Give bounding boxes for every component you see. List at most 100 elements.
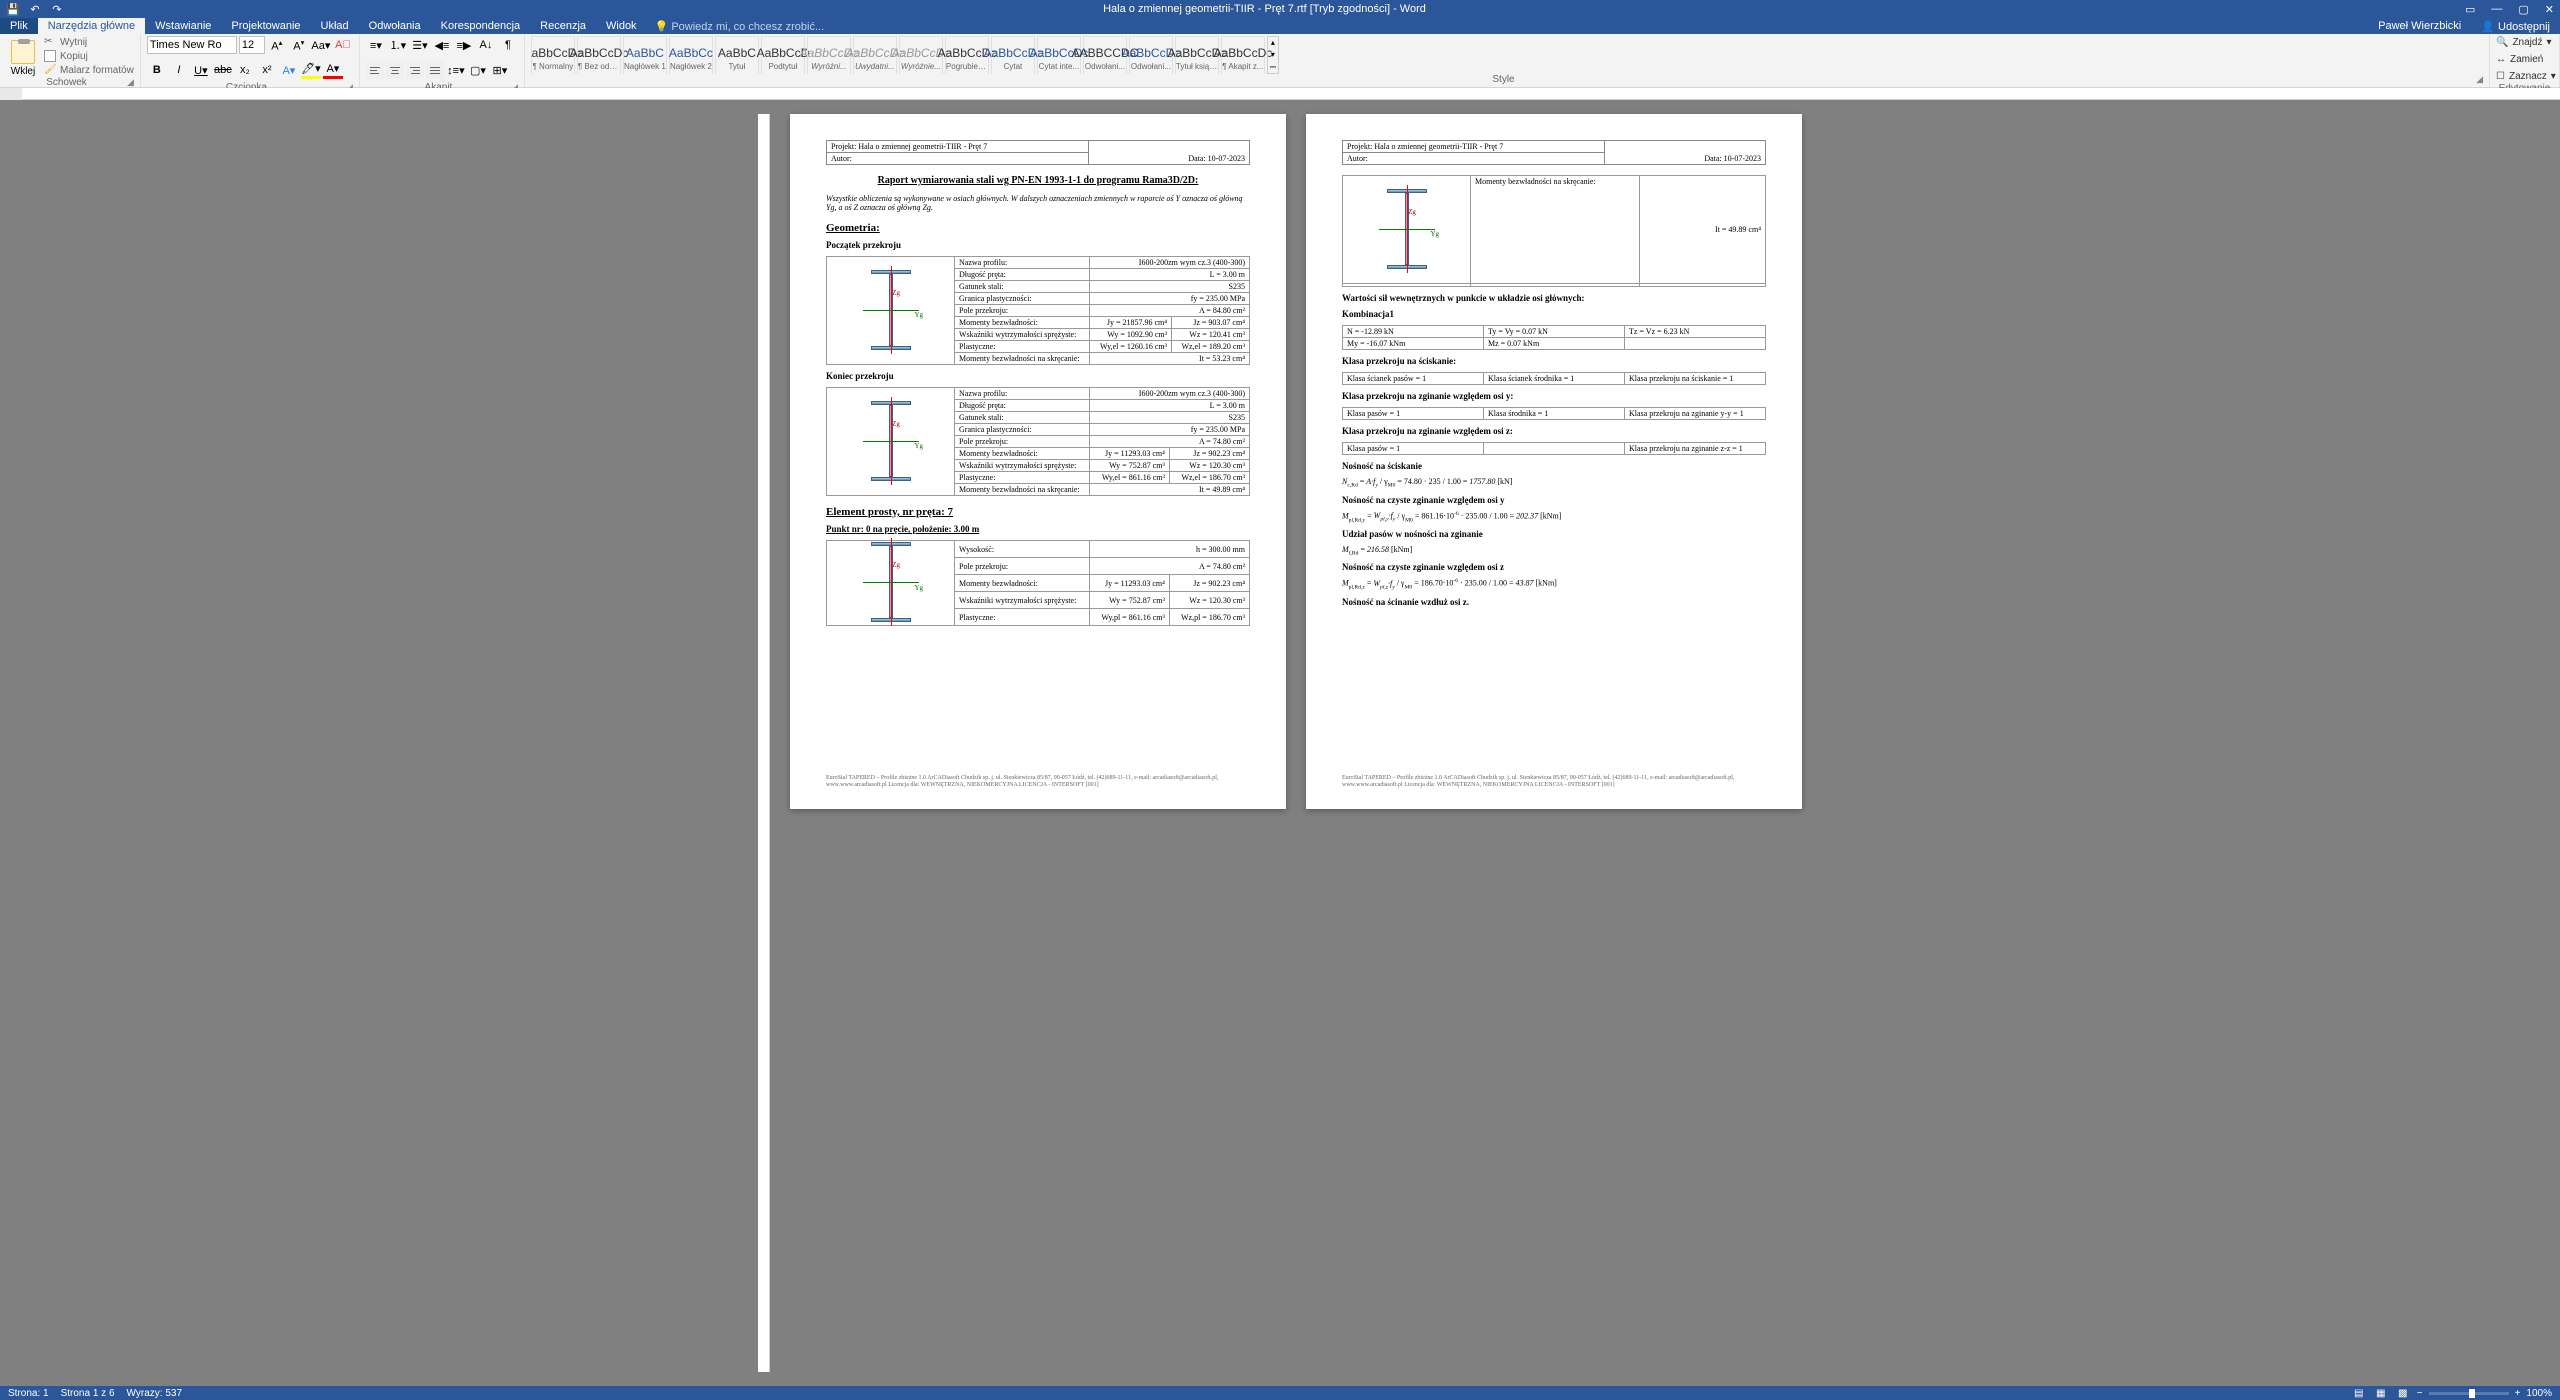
vertical-ruler[interactable] <box>758 114 770 1372</box>
zoom-slider[interactable] <box>2429 1392 2509 1395</box>
styles-more-button[interactable]: ▴▾⎓ <box>1267 36 1279 74</box>
text-effects-button[interactable]: A▾ <box>279 61 299 79</box>
highlight-button[interactable]: 🖊▾ <box>301 61 321 79</box>
italic-button[interactable]: I <box>169 61 189 79</box>
sort-button[interactable]: A↓ <box>476 36 496 54</box>
read-mode-icon[interactable]: ▤ <box>2351 1386 2367 1400</box>
cut-button[interactable]: ✂Wytnij <box>44 36 134 48</box>
style-item[interactable]: AaBbCcDcWyróżni... <box>807 36 851 74</box>
find-button[interactable]: 🔍 Znajdź ▾ <box>2496 36 2552 49</box>
undo-icon[interactable]: ↶ <box>28 2 42 16</box>
decrease-indent-button[interactable]: ◀≡ <box>432 36 452 54</box>
minimize-icon[interactable]: — <box>2491 3 2502 16</box>
tab-narzedzia-glowne[interactable]: Narzędzia główne <box>38 18 145 34</box>
tab-korespondencja[interactable]: Korespondencja <box>431 18 531 34</box>
borders-button[interactable]: ⊞▾ <box>490 61 510 79</box>
style-item[interactable]: AaBbCNagłówek 1 <box>623 36 667 74</box>
style-item[interactable]: AaBbCcDc¶ Bez odst... <box>577 36 621 74</box>
shading-button[interactable]: ▢▾ <box>468 61 488 79</box>
numbering-button[interactable]: ⒈▾ <box>388 36 408 54</box>
status-words[interactable]: Wyrazy: 537 <box>127 1388 182 1399</box>
page-header-table: Projekt: Hala o zmiennej geometrii-TIIR … <box>826 140 1250 165</box>
increase-font-button[interactable]: A▴ <box>267 36 287 54</box>
share-button[interactable]: 👤 Udostępnij <box>2471 20 2560 33</box>
underline-button[interactable]: U▾ <box>191 61 211 79</box>
zoom-in-button[interactable]: + <box>2515 1388 2521 1399</box>
save-icon[interactable]: 💾 <box>6 2 20 16</box>
tab-recenzja[interactable]: Recenzja <box>530 18 596 34</box>
page-2[interactable]: Projekt: Hala o zmiennej geometrii-TIIR … <box>1306 114 1802 809</box>
superscript-button[interactable]: x² <box>257 61 277 79</box>
redo-icon[interactable]: ↷ <box>50 2 64 16</box>
paste-button[interactable]: Wklej <box>6 36 40 77</box>
style-item[interactable]: AaBbCcDcOdwołani... <box>1129 36 1173 74</box>
print-layout-icon[interactable]: ▦ <box>2373 1386 2389 1400</box>
strikethrough-button[interactable]: abc <box>213 61 233 79</box>
paste-icon <box>11 40 35 64</box>
style-item[interactable]: AaBbCcDc¶ Akapit z... <box>1221 36 1265 74</box>
tab-widok[interactable]: Widok <box>596 18 647 34</box>
subscript-button[interactable]: x₂ <box>235 61 255 79</box>
font-name-combo[interactable] <box>147 36 237 54</box>
style-item[interactable]: AaBbCcDcPogrubienie <box>945 36 989 74</box>
group-paragraph: ≡▾ ⒈▾ ☰▾ ◀≡ ≡▶ A↓ ¶ ↕≡▾ ▢▾ ⊞▾ Akapit◢ <box>360 34 525 87</box>
page-1[interactable]: Projekt: Hala o zmiennej geometrii-TIIR … <box>790 114 1286 809</box>
status-page-simple[interactable]: Strona: 1 <box>8 1388 49 1399</box>
user-name[interactable]: Paweł Wierzbicki <box>2368 20 2471 32</box>
font-size-combo[interactable] <box>239 36 265 54</box>
line-spacing-button[interactable]: ↕≡▾ <box>446 61 466 79</box>
report-title: Raport wymiarowania stali wg PN-EN 1993-… <box>826 175 1250 186</box>
statusbar: Strona: 1 Strona 1 z 6 Wyrazy: 537 ▤ ▦ ▩… <box>0 1386 2560 1400</box>
tab-wstawianie[interactable]: Wstawianie <box>145 18 221 34</box>
align-right-button[interactable] <box>406 61 424 79</box>
ribbon-tabs: Plik Narzędzia główne Wstawianie Projekt… <box>0 18 2560 34</box>
tab-uklad[interactable]: Układ <box>311 18 359 34</box>
styles-gallery[interactable]: AaBbCcDc¶ NormalnyAaBbCcDc¶ Bez odst...A… <box>531 36 2483 74</box>
style-item[interactable]: AaBbCTytuł <box>715 36 759 74</box>
close-icon[interactable]: ✕ <box>2545 3 2554 16</box>
page-header-table-2: Projekt: Hala o zmiennej geometrii-TIIR … <box>1342 140 1766 165</box>
bold-button[interactable]: B <box>147 61 167 79</box>
group-font: A▴ A▾ Aa▾ A⃠ B I U▾ abc x₂ x² A▾ 🖊▾ A▾ C… <box>141 34 360 87</box>
decrease-font-button[interactable]: A▾ <box>289 36 309 54</box>
web-layout-icon[interactable]: ▩ <box>2395 1386 2411 1400</box>
tab-plik[interactable]: Plik <box>0 18 38 34</box>
status-page-of[interactable]: Strona 1 z 6 <box>61 1388 115 1399</box>
tell-me-search[interactable]: 💡 Powiedz mi, co chcesz zrobić... <box>647 20 833 33</box>
sec-element: Element prosty, nr pręta: 7 <box>826 506 1250 518</box>
ribbon-options-icon[interactable]: ▭ <box>2465 3 2475 16</box>
titlebar: 💾 ↶ ↷ Hala o zmiennej geometrii-TIIR - P… <box>0 0 2560 18</box>
style-item[interactable]: AaBbCcDcTytuł książki <box>1175 36 1219 74</box>
clear-formatting-button[interactable]: A⃠ <box>333 36 353 54</box>
styles-dialog-launcher-icon[interactable]: ◢ <box>2476 74 2483 85</box>
style-item[interactable]: AABBCCDCOdwołani... <box>1083 36 1127 74</box>
change-case-button[interactable]: Aa▾ <box>311 36 331 54</box>
increase-indent-button[interactable]: ≡▶ <box>454 36 474 54</box>
formula-scisk: Nc,Rd = A·fy / γM0 = 74.80 · 235 / 1.00 … <box>1342 477 1766 489</box>
multilevel-button[interactable]: ☰▾ <box>410 36 430 54</box>
kombinacja: Kombinacja1 <box>1342 309 1766 319</box>
tab-odwolania[interactable]: Odwołania <box>359 18 431 34</box>
format-painter-button[interactable]: 🖌Malarz formatów <box>44 64 134 76</box>
copy-button[interactable]: Kopiuj <box>44 50 134 62</box>
style-item[interactable]: AaBbCcNagłówek 2 <box>669 36 713 74</box>
style-item[interactable]: AaBbCcDc¶ Normalny <box>531 36 575 74</box>
clipboard-dialog-launcher-icon[interactable]: ◢ <box>127 77 134 88</box>
align-left-button[interactable] <box>366 61 384 79</box>
style-item[interactable]: AaBbCcDcWyróżnie... <box>899 36 943 74</box>
maximize-icon[interactable]: ▢ <box>2518 3 2528 16</box>
zoom-out-button[interactable]: − <box>2417 1388 2423 1399</box>
zoom-level[interactable]: 100% <box>2526 1388 2552 1399</box>
replace-button[interactable]: ↔ Zamień <box>2496 53 2543 66</box>
style-item[interactable]: AaBbCcDcUwydatni... <box>853 36 897 74</box>
font-color-button[interactable]: A▾ <box>323 61 343 79</box>
justify-button[interactable] <box>426 61 444 79</box>
select-button[interactable]: ☐ Zaznacz ▾ <box>2496 70 2556 83</box>
style-item[interactable]: AaBbCcDcCytat <box>991 36 1035 74</box>
align-center-button[interactable] <box>386 61 404 79</box>
bullets-button[interactable]: ≡▾ <box>366 36 386 54</box>
show-marks-button[interactable]: ¶ <box>498 36 518 54</box>
style-item[interactable]: AaBbCcDPodtytuł <box>761 36 805 74</box>
tab-projektowanie[interactable]: Projektowanie <box>221 18 310 34</box>
horizontal-ruler[interactable] <box>0 88 2560 100</box>
